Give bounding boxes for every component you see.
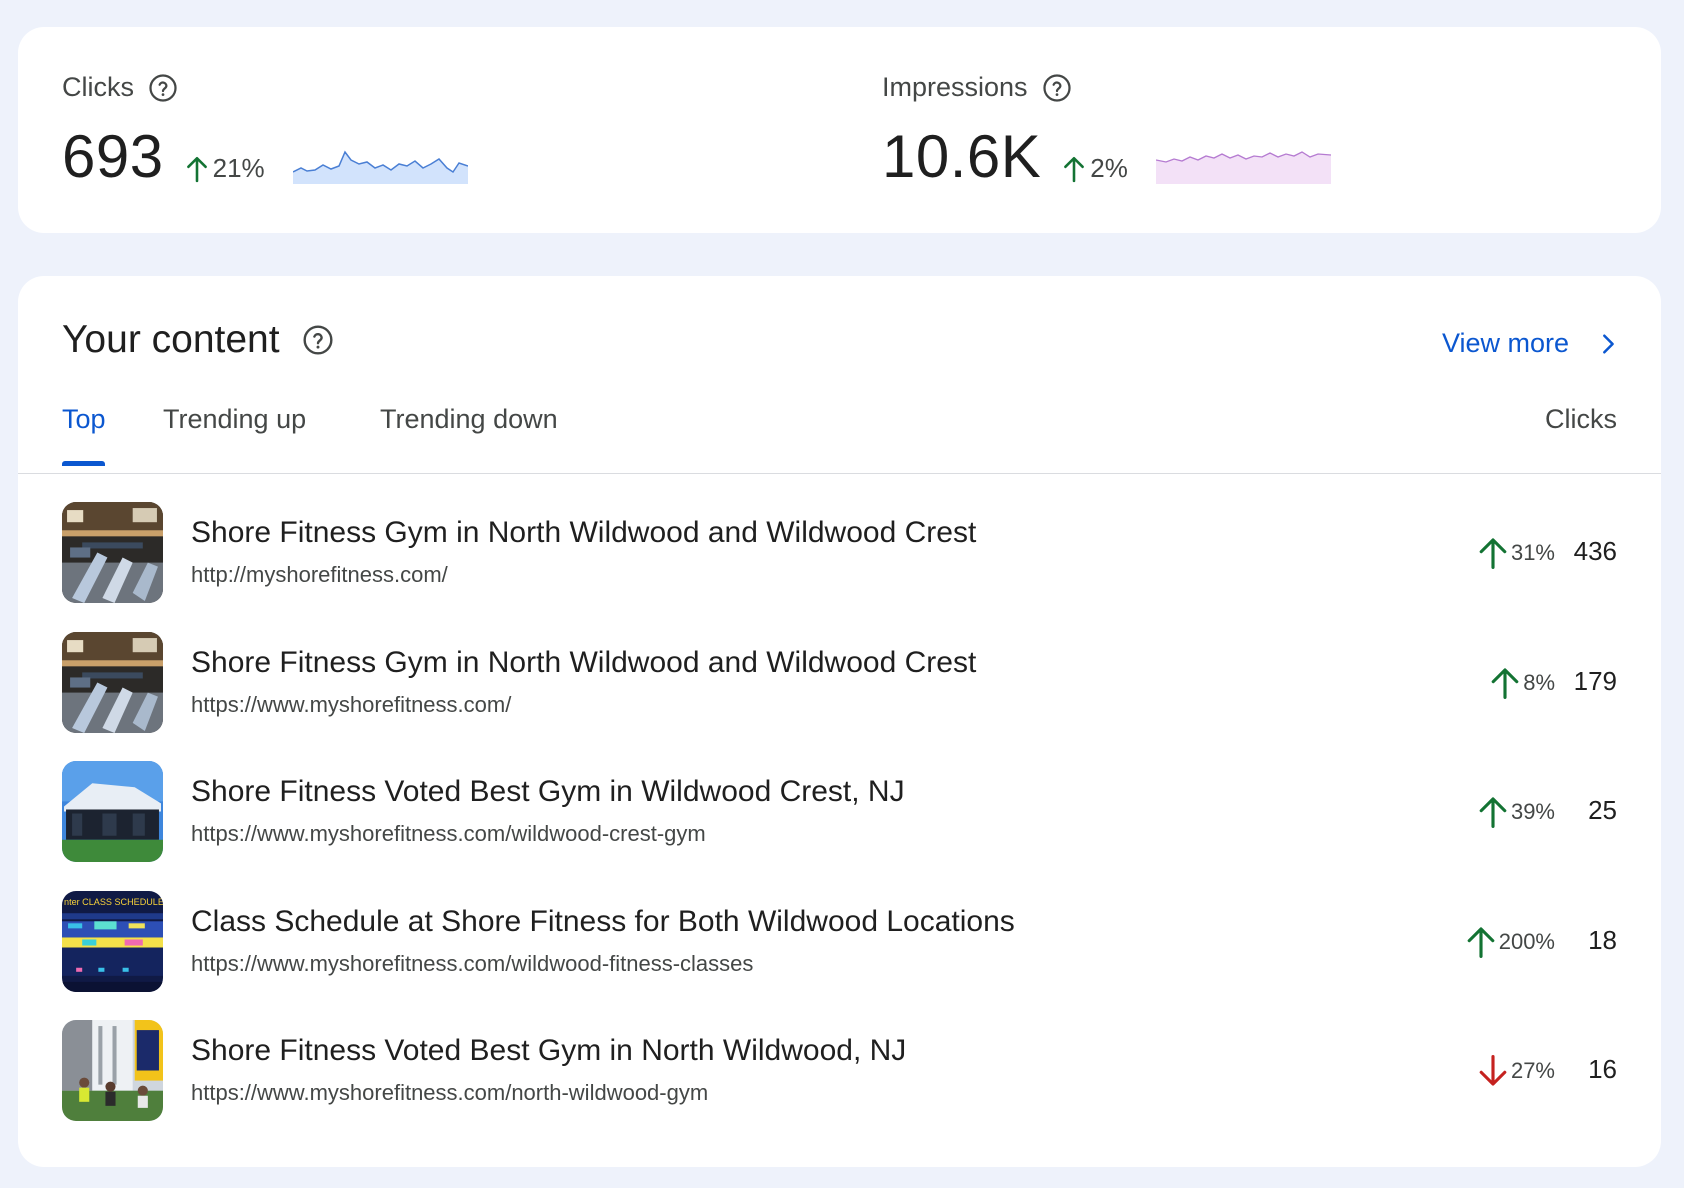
clicks-value: 693 bbox=[62, 123, 164, 190]
section-title: Your content bbox=[62, 318, 280, 361]
chevron-right-icon bbox=[1603, 333, 1614, 354]
change-indicator: 27% bbox=[1477, 1054, 1555, 1088]
change-indicator: 8% bbox=[1489, 666, 1555, 700]
change-pct: 200% bbox=[1498, 929, 1555, 954]
change-indicator: 31% bbox=[1477, 536, 1555, 570]
tab-top[interactable]: Top bbox=[62, 404, 106, 466]
clicks-count: 179 bbox=[1573, 666, 1617, 696]
tab-trending-up[interactable]: Trending up bbox=[163, 404, 306, 464]
impressions-change-pct: 2% bbox=[1090, 153, 1128, 183]
tab-label: Trending up bbox=[163, 404, 307, 434]
change-pct: 39% bbox=[1510, 799, 1555, 824]
clicks-label: Clicks bbox=[62, 72, 134, 102]
clicks-count: 16 bbox=[1588, 1054, 1617, 1084]
tab-active-indicator bbox=[62, 461, 105, 466]
schedule-thumb-text: nter CLASS SCHEDULE bbox=[64, 897, 163, 907]
metrics-card: Clicks 693 21% Impressions 10.6K 2% bbox=[18, 27, 1661, 233]
view-more-link[interactable]: View more bbox=[1442, 328, 1619, 359]
arrow-up-icon bbox=[1491, 668, 1519, 699]
change-pct: 31% bbox=[1510, 540, 1555, 565]
divider bbox=[18, 473, 1661, 474]
page-title: Shore Fitness Voted Best Gym in Wildwood… bbox=[191, 775, 905, 808]
help-icon[interactable] bbox=[1042, 73, 1072, 103]
impressions-value: 10.6K bbox=[882, 123, 1042, 190]
arrow-up-icon bbox=[186, 156, 207, 182]
change-indicator: 39% bbox=[1477, 795, 1555, 829]
page-url: https://www.myshorefitness.com/north-wil… bbox=[191, 1080, 709, 1105]
arrow-up-icon bbox=[1467, 927, 1495, 958]
change-pct: 8% bbox=[1523, 670, 1555, 695]
list-item[interactable]: nter CLASS SCHEDULE Class Schedule at Sh… bbox=[18, 891, 1661, 993]
impressions-change: 2% bbox=[1061, 153, 1128, 184]
gym-interior-thumbnail bbox=[62, 502, 163, 603]
help-icon[interactable] bbox=[148, 73, 178, 103]
content-card: Your content View more Top Trending up T… bbox=[18, 276, 1661, 1167]
help-icon[interactable] bbox=[302, 324, 334, 356]
clicks-change: 21% bbox=[184, 153, 265, 184]
clicks-column-header: Clicks bbox=[1545, 404, 1617, 434]
gym-interior-thumbnail bbox=[62, 632, 163, 733]
clicks-change-pct: 21% bbox=[212, 153, 265, 183]
page-url: http://myshorefitness.com/ bbox=[191, 562, 448, 587]
arrow-up-icon bbox=[1479, 797, 1507, 828]
impressions-label: Impressions bbox=[882, 72, 1028, 102]
tab-label: Trending down bbox=[380, 404, 558, 434]
tab-label: Top bbox=[62, 404, 106, 434]
view-more-label: View more bbox=[1441, 328, 1569, 358]
arrow-up-icon bbox=[1479, 538, 1507, 569]
arrow-up-icon bbox=[1064, 156, 1085, 182]
impressions-sparkline bbox=[1155, 151, 1331, 184]
page-title: Class Schedule at Shore Fitness for Both… bbox=[191, 905, 1015, 938]
clicks-count: 25 bbox=[1588, 795, 1617, 825]
page-url: https://www.myshorefitness.com/wildwood-… bbox=[191, 951, 754, 976]
page-title: Shore Fitness Voted Best Gym in North Wi… bbox=[191, 1034, 907, 1067]
clicks-sparkline bbox=[292, 150, 468, 184]
list-item[interactable]: Shore Fitness Voted Best Gym in Wildwood… bbox=[18, 761, 1661, 863]
outdoor-tent-thumbnail bbox=[62, 761, 163, 862]
list-item[interactable]: Shore Fitness Voted Best Gym in North Wi… bbox=[18, 1020, 1661, 1122]
page-title: Shore Fitness Gym in North Wildwood and … bbox=[191, 516, 977, 549]
clicks-count: 18 bbox=[1588, 925, 1617, 955]
page-url: https://www.myshorefitness.com/ bbox=[191, 692, 512, 717]
change-pct: 27% bbox=[1510, 1058, 1555, 1083]
list-item[interactable]: Shore Fitness Gym in North Wildwood and … bbox=[18, 502, 1661, 604]
class-schedule-thumbnail: nter CLASS SCHEDULE bbox=[62, 891, 163, 992]
list-item[interactable]: Shore Fitness Gym in North Wildwood and … bbox=[18, 632, 1661, 734]
page-url: https://www.myshorefitness.com/wildwood-… bbox=[191, 821, 706, 846]
clicks-count: 436 bbox=[1573, 536, 1617, 566]
tab-trending-down[interactable]: Trending down bbox=[380, 404, 558, 464]
outdoor-workout-thumbnail bbox=[62, 1020, 163, 1121]
page-title: Shore Fitness Gym in North Wildwood and … bbox=[191, 646, 977, 679]
change-indicator: 200% bbox=[1465, 925, 1555, 959]
arrow-down-icon bbox=[1479, 1055, 1507, 1086]
